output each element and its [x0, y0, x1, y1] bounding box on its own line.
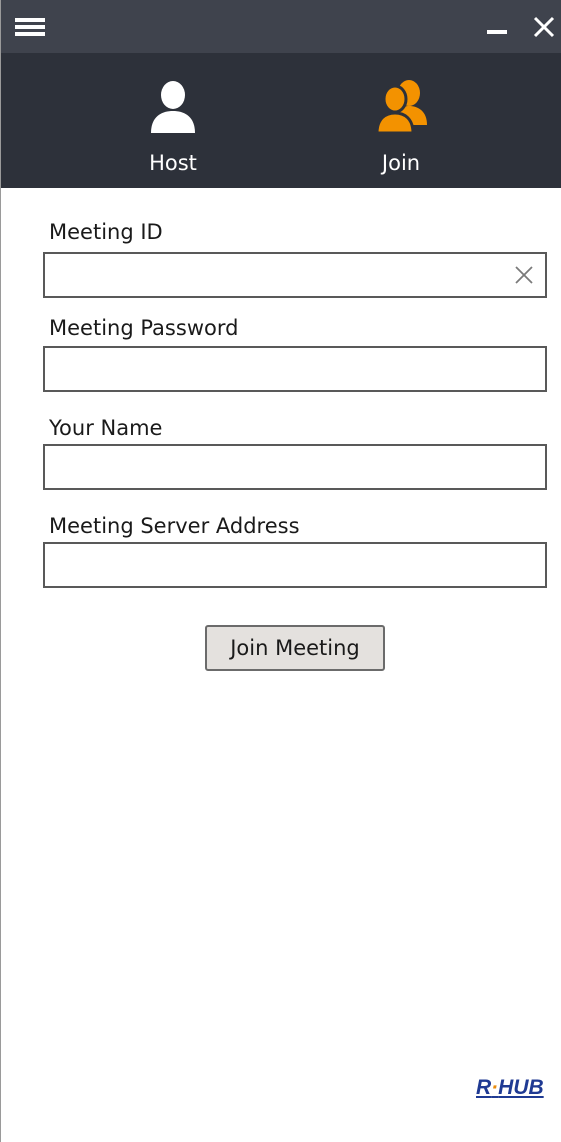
- logo-hub: HUB: [498, 1076, 544, 1099]
- minimize-icon[interactable]: [485, 14, 511, 40]
- title-bar: [1, 0, 561, 53]
- your-name-label: Your Name: [49, 416, 163, 440]
- tab-join-label: Join: [381, 151, 421, 175]
- person-icon: [151, 81, 195, 133]
- your-name-input[interactable]: [43, 444, 547, 490]
- rhub-logo[interactable]: R·HUB: [476, 1076, 544, 1100]
- close-icon[interactable]: [528, 10, 558, 42]
- logo-r: R: [476, 1076, 492, 1099]
- meeting-id-label: Meeting ID: [49, 220, 163, 244]
- meeting-password-label: Meeting Password: [49, 316, 239, 340]
- meeting-password-input[interactable]: [43, 346, 547, 392]
- tab-join[interactable]: Join: [321, 53, 481, 188]
- meeting-id-input[interactable]: [43, 252, 547, 298]
- people-icon: [375, 80, 427, 135]
- hamburger-menu-icon[interactable]: [15, 16, 45, 38]
- clear-x-icon[interactable]: [511, 262, 537, 288]
- server-address-input[interactable]: [43, 542, 547, 588]
- join-meeting-button[interactable]: Join Meeting: [205, 625, 385, 671]
- tab-host-label: Host: [149, 151, 197, 175]
- app-window: Host Join Meeting ID Meeting Password Yo…: [0, 0, 561, 1142]
- server-address-label: Meeting Server Address: [49, 514, 300, 538]
- mode-navigation: Host Join: [1, 53, 561, 188]
- tab-host[interactable]: Host: [93, 53, 253, 188]
